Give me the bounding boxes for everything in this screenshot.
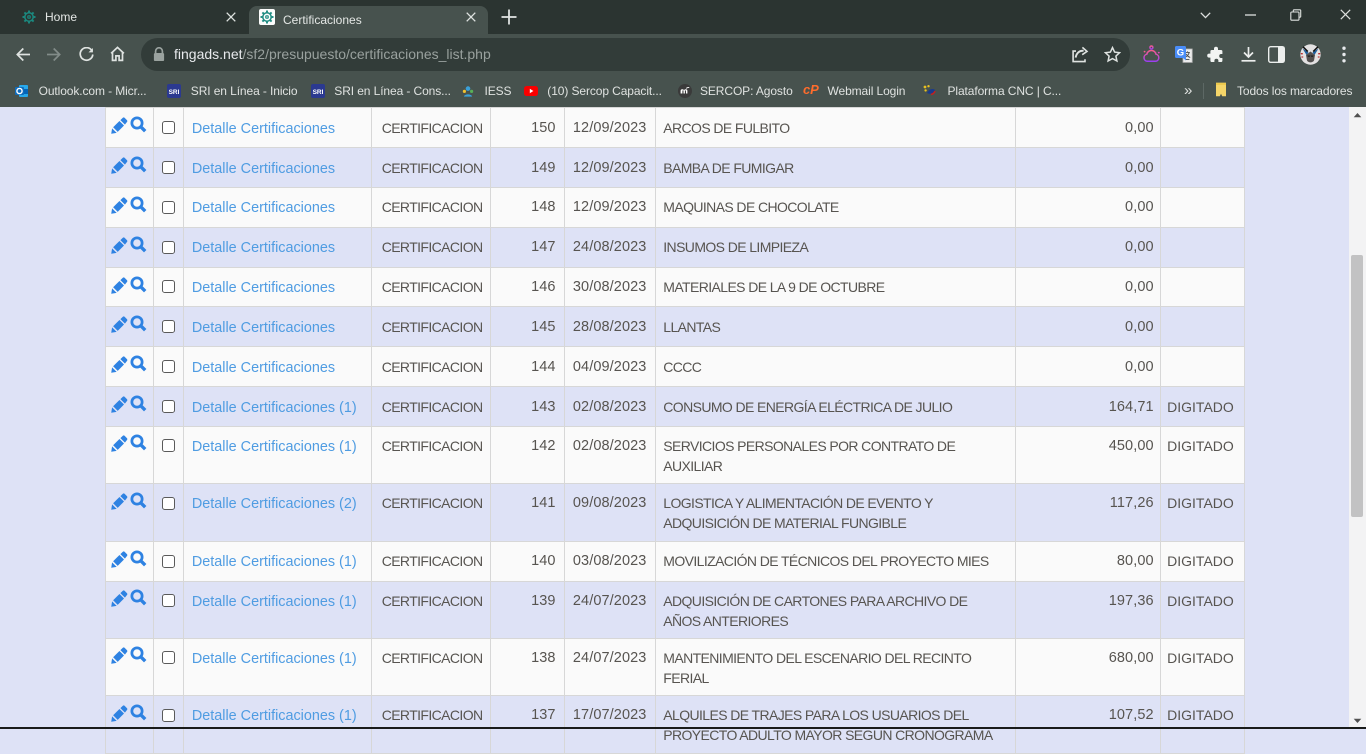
svg-text:SRI: SRI (313, 89, 324, 96)
svg-text:SRI: SRI (169, 89, 180, 96)
svg-text:G: G (1177, 47, 1184, 58)
